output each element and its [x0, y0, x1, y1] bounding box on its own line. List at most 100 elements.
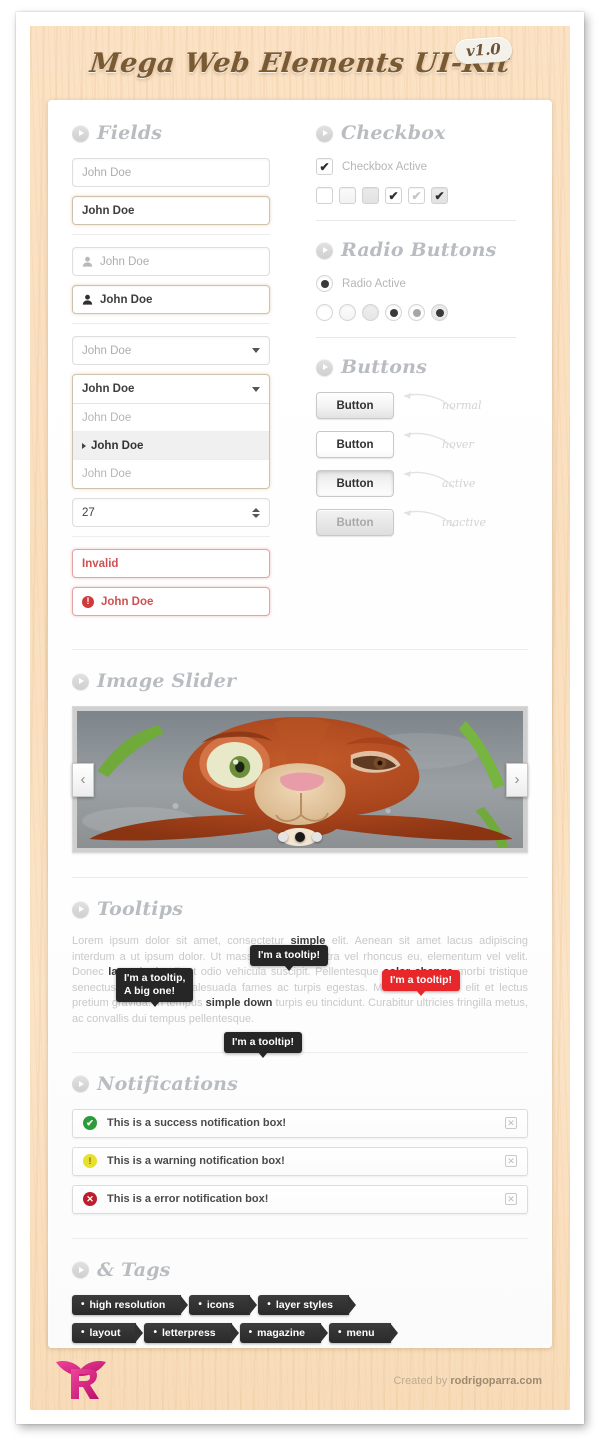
- divider: [316, 337, 516, 338]
- image-slider[interactable]: ‹ ›: [72, 706, 528, 853]
- slider-dot-1[interactable]: [278, 832, 288, 842]
- number-stepper[interactable]: 27: [72, 498, 270, 527]
- radio-selected-normal[interactable]: [385, 304, 402, 321]
- chevron-right-icon: [72, 1261, 89, 1279]
- radio-active[interactable]: [316, 275, 333, 292]
- slider-dot-2-active[interactable]: [295, 832, 305, 842]
- select-open-value-row[interactable]: John Doe: [73, 375, 269, 404]
- brand-logo: [54, 1357, 108, 1406]
- tag-letterpress[interactable]: letterpress: [144, 1322, 239, 1343]
- radio-selected-active[interactable]: [431, 304, 448, 321]
- divider: [72, 536, 270, 537]
- select-closed[interactable]: John Doe: [72, 336, 270, 365]
- slider-prev-button[interactable]: ‹: [72, 762, 94, 797]
- button-row-inactive: Button inactive: [316, 509, 516, 536]
- radio-dot-icon: [412, 308, 421, 317]
- section-title-tags: & Tags: [97, 1258, 171, 1281]
- tag-high-resolution[interactable]: high resolution: [72, 1294, 189, 1315]
- button-note-hover: hover: [442, 438, 474, 451]
- invalid-input[interactable]: Invalid: [72, 549, 270, 578]
- tag-menu[interactable]: menu: [329, 1322, 398, 1343]
- button-active[interactable]: Button: [316, 470, 394, 497]
- text-input-focused[interactable]: John Doe: [72, 196, 270, 225]
- divider: [72, 877, 528, 878]
- select-option[interactable]: John Doe: [73, 404, 269, 432]
- close-icon[interactable]: ✕: [505, 1117, 517, 1130]
- kit-header: Mega Web Elements UI-Kit v1.0: [30, 26, 570, 100]
- check-icon: ✔: [388, 188, 399, 203]
- slider-dots[interactable]: [278, 832, 322, 842]
- number-stepper-value: 27: [82, 506, 95, 519]
- page-title: Mega Web Elements UI-Kit: [88, 47, 512, 79]
- tag-layer-styles[interactable]: layer styles: [258, 1294, 356, 1315]
- radio-selected-hover[interactable]: [408, 304, 425, 321]
- checkbox-state-row: ✔ ✔ ✔: [316, 187, 516, 204]
- close-icon[interactable]: ✕: [505, 1193, 517, 1206]
- divider: [72, 323, 270, 324]
- section-title-notifications: Notifications: [97, 1072, 239, 1095]
- error-input-value: John Doe: [101, 595, 154, 608]
- section-title-radio: Radio Buttons: [341, 239, 497, 261]
- user-input-focused[interactable]: John Doe: [72, 285, 270, 314]
- checkbox-active[interactable]: ✔: [316, 158, 333, 175]
- radio-state-row: [316, 304, 516, 321]
- text-input-placeholder: John Doe: [82, 166, 132, 179]
- error-circle-icon: ✕: [83, 1192, 97, 1207]
- stepper-arrows[interactable]: [252, 507, 260, 518]
- checkbox-unchecked-active[interactable]: [362, 187, 379, 204]
- tooltip-trigger-simple-down[interactable]: simple down: [206, 997, 273, 1009]
- select-option-label: John Doe: [82, 468, 132, 480]
- select-option-selected[interactable]: John Doe: [73, 432, 269, 460]
- button-inactive: Button: [316, 509, 394, 536]
- button-row-hover: Button hover: [316, 431, 516, 458]
- checkbox-checked-normal[interactable]: ✔: [385, 187, 402, 204]
- tag-magazine[interactable]: magazine: [239, 1322, 329, 1343]
- content-panel: Fields John Doe John Doe John Doe John D…: [48, 100, 552, 1348]
- chevron-right-icon: [316, 358, 333, 376]
- notification-error: ✕ This is a error notification box! ✕: [72, 1184, 528, 1214]
- stepper-up-icon[interactable]: [252, 507, 260, 512]
- error-input[interactable]: ! John Doe: [72, 587, 270, 616]
- squirrel-illustration: [77, 711, 523, 848]
- radio-unselected-normal[interactable]: [316, 304, 333, 321]
- select-option[interactable]: John Doe: [73, 460, 269, 488]
- controls-column: Checkbox ✔ Checkbox Active ✔ ✔ ✔ Radio B…: [316, 122, 516, 625]
- checkbox-checked-hover[interactable]: ✔: [408, 187, 425, 204]
- section-header-notifications: Notifications: [72, 1073, 528, 1095]
- close-icon[interactable]: ✕: [505, 1155, 517, 1168]
- user-icon: [82, 294, 93, 305]
- radio-dot-icon: [435, 308, 444, 317]
- tag-icons[interactable]: icons: [189, 1294, 258, 1315]
- slider-dot-3[interactable]: [312, 832, 322, 842]
- button-note-inactive: inactive: [442, 516, 486, 529]
- check-circle-icon: ✔: [83, 1116, 97, 1131]
- notification-warning: ! This is a warning notification box! ✕: [72, 1146, 528, 1176]
- tag-list: high resolution icons layer styles layou…: [72, 1294, 528, 1343]
- checkbox-checked-active[interactable]: ✔: [431, 187, 448, 204]
- slider-next-button[interactable]: ›: [506, 762, 528, 797]
- text-input-empty[interactable]: John Doe: [72, 158, 270, 187]
- section-header-checkbox: Checkbox: [316, 122, 516, 144]
- tag-layout[interactable]: layout: [72, 1322, 144, 1343]
- tooltip-simple: I'm a tooltip!: [250, 945, 328, 971]
- checkbox-unchecked-normal[interactable]: [316, 187, 333, 204]
- select-option-label: John Doe: [82, 411, 132, 424]
- section-header-tooltips: Tooltips: [72, 898, 528, 920]
- select-open[interactable]: John Doe John Doe John Doe John Doe: [72, 374, 270, 489]
- divider: [72, 234, 270, 235]
- checkbox-unchecked-hover[interactable]: [339, 187, 356, 204]
- button-normal[interactable]: Button: [316, 392, 394, 419]
- divider: [316, 220, 516, 221]
- kit-footer: Created by rodrigoparra.com: [30, 1348, 570, 1410]
- user-input-empty[interactable]: John Doe: [72, 247, 270, 276]
- button-hover[interactable]: Button: [316, 431, 394, 458]
- checkbox-active-row[interactable]: ✔ Checkbox Active: [316, 158, 516, 175]
- notification-message: This is a success notification box!: [107, 1117, 287, 1130]
- select-option-label: John Doe: [91, 439, 144, 452]
- radio-unselected-active[interactable]: [362, 304, 379, 321]
- wood-background: Mega Web Elements UI-Kit v1.0 Fields Joh…: [30, 26, 570, 1410]
- section-title-tooltips: Tooltips: [97, 898, 184, 920]
- stepper-down-icon[interactable]: [252, 513, 260, 518]
- radio-unselected-hover[interactable]: [339, 304, 356, 321]
- radio-active-row[interactable]: Radio Active: [316, 275, 516, 292]
